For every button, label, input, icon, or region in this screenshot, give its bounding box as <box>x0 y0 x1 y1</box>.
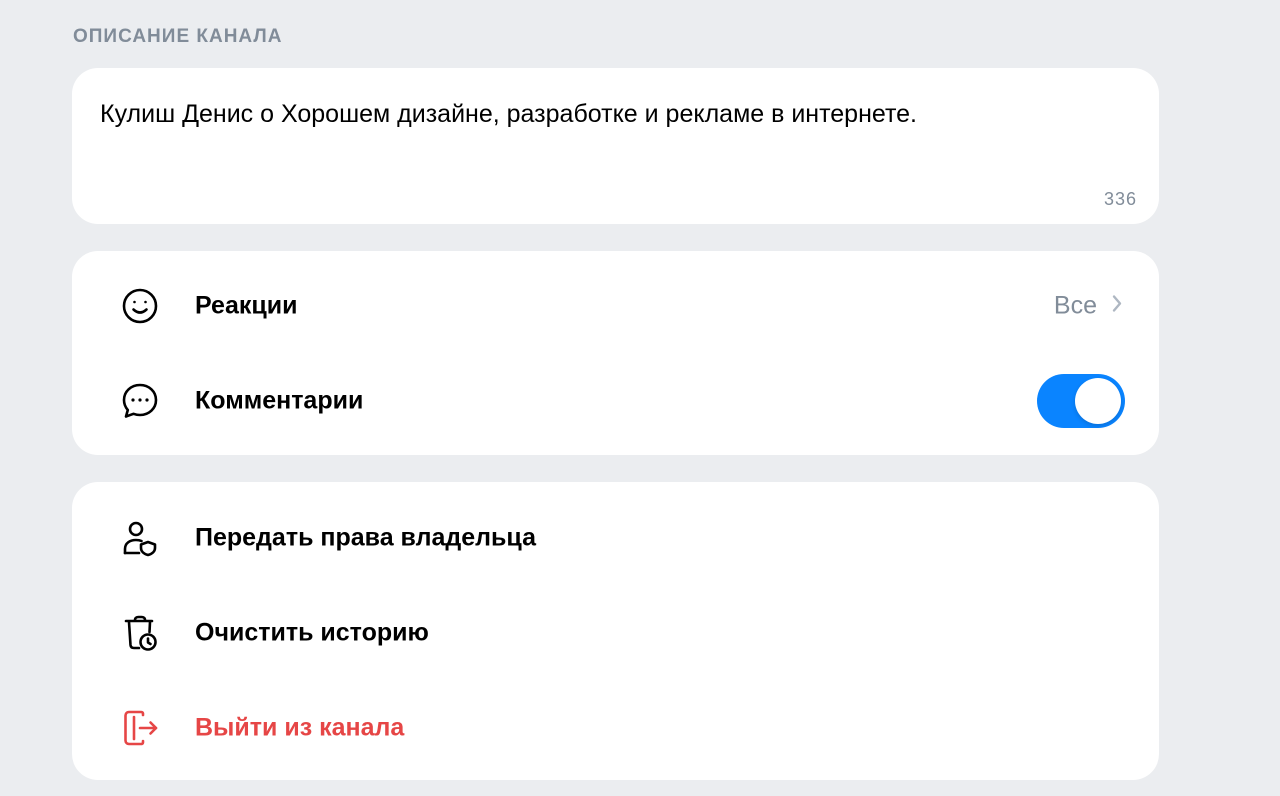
transfer-ownership-label: Передать права владельца <box>195 523 536 551</box>
reactions-row[interactable]: Реакции Все <box>72 258 1159 353</box>
description-input[interactable]: Кулиш Денис о Хорошем дизайне, разработк… <box>100 99 917 129</box>
transfer-ownership-row[interactable]: Передать права владельца <box>72 490 1159 585</box>
chevron-right-icon <box>1111 291 1123 320</box>
reactions-value-text: Все <box>1053 291 1097 319</box>
clear-history-row[interactable]: Очистить историю <box>72 585 1159 680</box>
comments-label: Комментарии <box>195 386 364 414</box>
reactions-label: Реакции <box>195 291 298 319</box>
smile-icon <box>120 286 160 326</box>
clear-history-label: Очистить историю <box>195 618 429 646</box>
leave-channel-row[interactable]: Выйти из канала <box>72 680 1159 775</box>
description-card: Кулиш Денис о Хорошем дизайне, разработк… <box>72 68 1159 224</box>
exit-icon <box>120 708 160 748</box>
char-counter: 336 <box>1103 189 1137 209</box>
reactions-value: Все <box>1054 291 1123 320</box>
actions-card: Передать права владельца Очистить истори… <box>72 482 1159 780</box>
user-shield-icon <box>120 518 160 558</box>
comments-toggle[interactable] <box>1037 373 1125 428</box>
comments-row: Комментарии <box>72 353 1159 448</box>
trash-clock-icon <box>120 613 160 653</box>
toggle-knob <box>1075 377 1121 424</box>
leave-channel-label: Выйти из канала <box>195 713 405 741</box>
chat-bubble-icon <box>120 381 160 421</box>
section-header-description: ОПИСАНИЕ КАНАЛА <box>73 26 283 47</box>
settings-card: Реакции Все Комментарии <box>72 251 1159 455</box>
